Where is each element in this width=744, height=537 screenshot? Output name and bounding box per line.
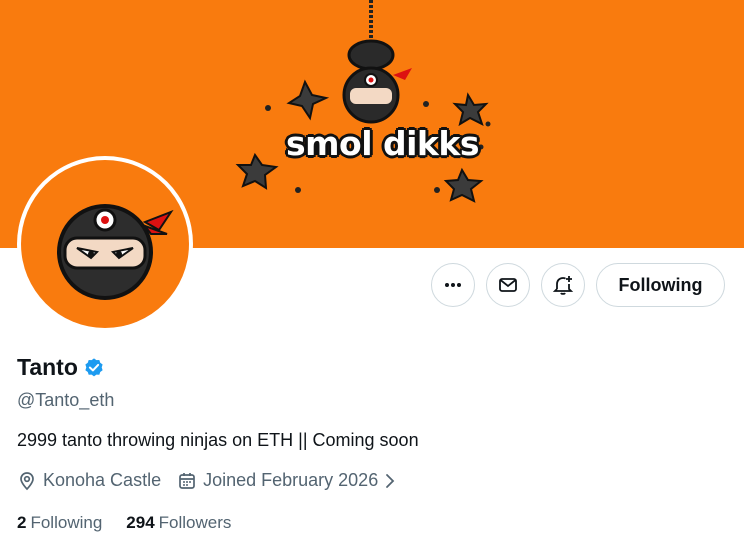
location-text: Konoha Castle [43, 470, 162, 490]
profile-meta: Konoha Castle Joined February 2026 [17, 470, 398, 491]
followers-label: Followers [158, 513, 232, 532]
location-item: Konoha Castle [17, 470, 161, 491]
message-button[interactable] [486, 263, 530, 307]
display-name: Tanto [17, 354, 78, 380]
following-button[interactable]: Following [596, 263, 725, 307]
profile-actions: Following [0, 263, 744, 309]
followers-count-link[interactable]: 294 Followers [126, 513, 231, 533]
following-count-link[interactable]: 2 Following [17, 513, 102, 533]
following-count: 2 [17, 513, 27, 532]
followers-count: 294 [126, 513, 155, 532]
bell-plus-icon [552, 276, 574, 295]
profile-name-row: Tanto [17, 354, 105, 381]
more-button[interactable] [431, 263, 475, 307]
chevron-right-icon [386, 473, 395, 488]
banner-title: smol dikks [286, 124, 479, 163]
joined-text: Joined February 2026 [203, 470, 379, 490]
calendar-icon [179, 472, 195, 489]
profile-bio: 2999 tanto throwing ninjas on ETH || Com… [17, 430, 419, 450]
mail-icon [499, 278, 517, 292]
notifications-button[interactable] [541, 263, 585, 307]
profile-counts: 2 Following 294 Followers [17, 513, 231, 533]
profile-handle: @Tanto_eth [17, 390, 115, 410]
joined-item[interactable]: Joined February 2026 [177, 470, 398, 491]
location-pin-icon [20, 471, 34, 490]
following-label: Following [30, 513, 103, 532]
verified-badge-icon[interactable] [83, 357, 105, 379]
more-horizontal-icon [445, 283, 461, 287]
